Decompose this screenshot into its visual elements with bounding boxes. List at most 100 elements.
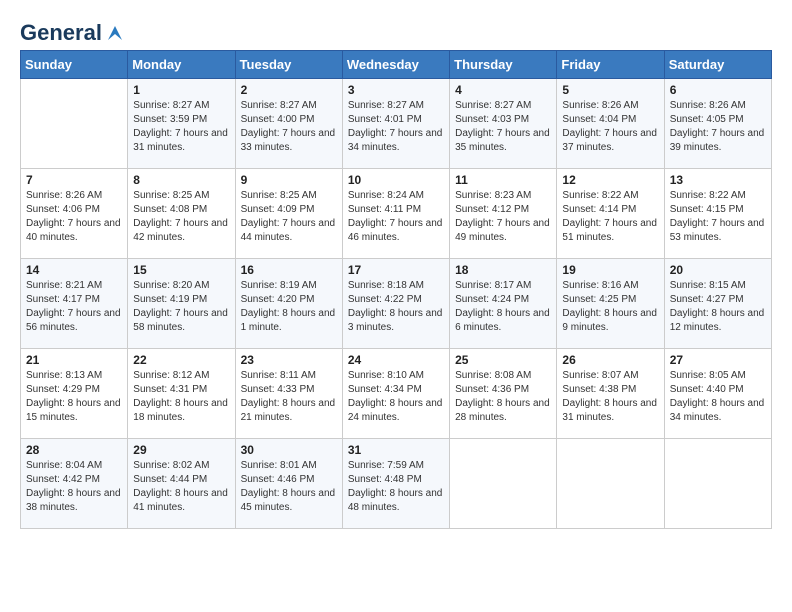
- calendar-cell: 20 Sunrise: 8:15 AM Sunset: 4:27 PM Dayl…: [664, 259, 771, 349]
- cell-details: Sunrise: 8:25 AM Sunset: 4:08 PM Dayligh…: [133, 189, 229, 245]
- week-row-2: 7 Sunrise: 8:26 AM Sunset: 4:06 PM Dayli…: [21, 169, 772, 259]
- calendar-cell: 7 Sunrise: 8:26 AM Sunset: 4:06 PM Dayli…: [21, 169, 128, 259]
- sunset-text: Sunset: 4:46 PM: [241, 473, 337, 487]
- cell-details: Sunrise: 8:11 AM Sunset: 4:33 PM Dayligh…: [241, 369, 337, 425]
- sunrise-text: Sunrise: 8:04 AM: [26, 459, 122, 473]
- sunset-text: Sunset: 4:44 PM: [133, 473, 229, 487]
- day-number: 21: [26, 353, 122, 367]
- day-header-friday: Friday: [557, 51, 664, 79]
- daylight-text: Daylight: 8 hours and 1 minute.: [241, 307, 337, 335]
- sunrise-text: Sunrise: 8:17 AM: [455, 279, 551, 293]
- sunrise-text: Sunrise: 8:27 AM: [241, 99, 337, 113]
- sunset-text: Sunset: 4:48 PM: [348, 473, 444, 487]
- sunrise-text: Sunrise: 8:19 AM: [241, 279, 337, 293]
- sunset-text: Sunset: 4:15 PM: [670, 203, 766, 217]
- calendar-cell: 31 Sunrise: 7:59 AM Sunset: 4:48 PM Dayl…: [342, 439, 449, 529]
- calendar-cell: 30 Sunrise: 8:01 AM Sunset: 4:46 PM Dayl…: [235, 439, 342, 529]
- sunset-text: Sunset: 4:31 PM: [133, 383, 229, 397]
- day-number: 30: [241, 443, 337, 457]
- sunrise-text: Sunrise: 8:15 AM: [670, 279, 766, 293]
- sunrise-text: Sunrise: 8:11 AM: [241, 369, 337, 383]
- sunset-text: Sunset: 4:20 PM: [241, 293, 337, 307]
- sunset-text: Sunset: 4:09 PM: [241, 203, 337, 217]
- sunset-text: Sunset: 4:38 PM: [562, 383, 658, 397]
- calendar-cell: 10 Sunrise: 8:24 AM Sunset: 4:11 PM Dayl…: [342, 169, 449, 259]
- calendar-cell: 22 Sunrise: 8:12 AM Sunset: 4:31 PM Dayl…: [128, 349, 235, 439]
- calendar-cell: 25 Sunrise: 8:08 AM Sunset: 4:36 PM Dayl…: [450, 349, 557, 439]
- cell-details: Sunrise: 8:10 AM Sunset: 4:34 PM Dayligh…: [348, 369, 444, 425]
- sunset-text: Sunset: 4:36 PM: [455, 383, 551, 397]
- day-number: 22: [133, 353, 229, 367]
- calendar-cell: 8 Sunrise: 8:25 AM Sunset: 4:08 PM Dayli…: [128, 169, 235, 259]
- sunset-text: Sunset: 4:14 PM: [562, 203, 658, 217]
- cell-details: Sunrise: 8:27 AM Sunset: 4:03 PM Dayligh…: [455, 99, 551, 155]
- daylight-text: Daylight: 7 hours and 56 minutes.: [26, 307, 122, 335]
- calendar-cell: 12 Sunrise: 8:22 AM Sunset: 4:14 PM Dayl…: [557, 169, 664, 259]
- calendar-cell: 17 Sunrise: 8:18 AM Sunset: 4:22 PM Dayl…: [342, 259, 449, 349]
- sunrise-text: Sunrise: 8:22 AM: [670, 189, 766, 203]
- daylight-text: Daylight: 7 hours and 37 minutes.: [562, 127, 658, 155]
- cell-details: Sunrise: 8:18 AM Sunset: 4:22 PM Dayligh…: [348, 279, 444, 335]
- logo-general: General: [20, 20, 102, 46]
- cell-details: Sunrise: 8:21 AM Sunset: 4:17 PM Dayligh…: [26, 279, 122, 335]
- sunrise-text: Sunrise: 8:27 AM: [133, 99, 229, 113]
- sunset-text: Sunset: 4:42 PM: [26, 473, 122, 487]
- calendar-cell: 26 Sunrise: 8:07 AM Sunset: 4:38 PM Dayl…: [557, 349, 664, 439]
- day-number: 3: [348, 83, 444, 97]
- daylight-text: Daylight: 8 hours and 28 minutes.: [455, 397, 551, 425]
- sunset-text: Sunset: 4:01 PM: [348, 113, 444, 127]
- sunrise-text: Sunrise: 8:07 AM: [562, 369, 658, 383]
- sunrise-text: Sunrise: 8:20 AM: [133, 279, 229, 293]
- daylight-text: Daylight: 8 hours and 45 minutes.: [241, 487, 337, 515]
- calendar-cell: [450, 439, 557, 529]
- calendar-header: SundayMondayTuesdayWednesdayThursdayFrid…: [21, 51, 772, 79]
- day-number: 14: [26, 263, 122, 277]
- day-header-wednesday: Wednesday: [342, 51, 449, 79]
- daylight-text: Daylight: 8 hours and 21 minutes.: [241, 397, 337, 425]
- sunset-text: Sunset: 4:27 PM: [670, 293, 766, 307]
- cell-details: Sunrise: 8:25 AM Sunset: 4:09 PM Dayligh…: [241, 189, 337, 245]
- cell-details: Sunrise: 8:17 AM Sunset: 4:24 PM Dayligh…: [455, 279, 551, 335]
- cell-details: Sunrise: 7:59 AM Sunset: 4:48 PM Dayligh…: [348, 459, 444, 515]
- sunrise-text: Sunrise: 7:59 AM: [348, 459, 444, 473]
- daylight-text: Daylight: 7 hours and 33 minutes.: [241, 127, 337, 155]
- logo-icon: [104, 22, 126, 44]
- day-number: 17: [348, 263, 444, 277]
- daylight-text: Daylight: 7 hours and 40 minutes.: [26, 217, 122, 245]
- sunset-text: Sunset: 4:33 PM: [241, 383, 337, 397]
- day-number: 31: [348, 443, 444, 457]
- daylight-text: Daylight: 7 hours and 31 minutes.: [133, 127, 229, 155]
- calendar-cell: 16 Sunrise: 8:19 AM Sunset: 4:20 PM Dayl…: [235, 259, 342, 349]
- sunrise-text: Sunrise: 8:26 AM: [670, 99, 766, 113]
- calendar-cell: 14 Sunrise: 8:21 AM Sunset: 4:17 PM Dayl…: [21, 259, 128, 349]
- day-header-saturday: Saturday: [664, 51, 771, 79]
- cell-details: Sunrise: 8:08 AM Sunset: 4:36 PM Dayligh…: [455, 369, 551, 425]
- daylight-text: Daylight: 8 hours and 6 minutes.: [455, 307, 551, 335]
- daylight-text: Daylight: 7 hours and 46 minutes.: [348, 217, 444, 245]
- sunrise-text: Sunrise: 8:27 AM: [455, 99, 551, 113]
- sunset-text: Sunset: 4:11 PM: [348, 203, 444, 217]
- daylight-text: Daylight: 8 hours and 12 minutes.: [670, 307, 766, 335]
- day-number: 18: [455, 263, 551, 277]
- sunset-text: Sunset: 4:03 PM: [455, 113, 551, 127]
- cell-details: Sunrise: 8:26 AM Sunset: 4:04 PM Dayligh…: [562, 99, 658, 155]
- day-number: 27: [670, 353, 766, 367]
- calendar-cell: 13 Sunrise: 8:22 AM Sunset: 4:15 PM Dayl…: [664, 169, 771, 259]
- sunrise-text: Sunrise: 8:26 AM: [26, 189, 122, 203]
- calendar-cell: 24 Sunrise: 8:10 AM Sunset: 4:34 PM Dayl…: [342, 349, 449, 439]
- sunset-text: Sunset: 4:29 PM: [26, 383, 122, 397]
- calendar-cell: 15 Sunrise: 8:20 AM Sunset: 4:19 PM Dayl…: [128, 259, 235, 349]
- calendar-cell: 23 Sunrise: 8:11 AM Sunset: 4:33 PM Dayl…: [235, 349, 342, 439]
- sunset-text: Sunset: 4:24 PM: [455, 293, 551, 307]
- sunrise-text: Sunrise: 8:18 AM: [348, 279, 444, 293]
- day-header-thursday: Thursday: [450, 51, 557, 79]
- day-number: 5: [562, 83, 658, 97]
- logo: General: [20, 20, 126, 40]
- sunset-text: Sunset: 4:34 PM: [348, 383, 444, 397]
- day-number: 1: [133, 83, 229, 97]
- sunrise-text: Sunrise: 8:25 AM: [241, 189, 337, 203]
- cell-details: Sunrise: 8:27 AM Sunset: 4:00 PM Dayligh…: [241, 99, 337, 155]
- day-number: 2: [241, 83, 337, 97]
- cell-details: Sunrise: 8:26 AM Sunset: 4:06 PM Dayligh…: [26, 189, 122, 245]
- sunrise-text: Sunrise: 8:05 AM: [670, 369, 766, 383]
